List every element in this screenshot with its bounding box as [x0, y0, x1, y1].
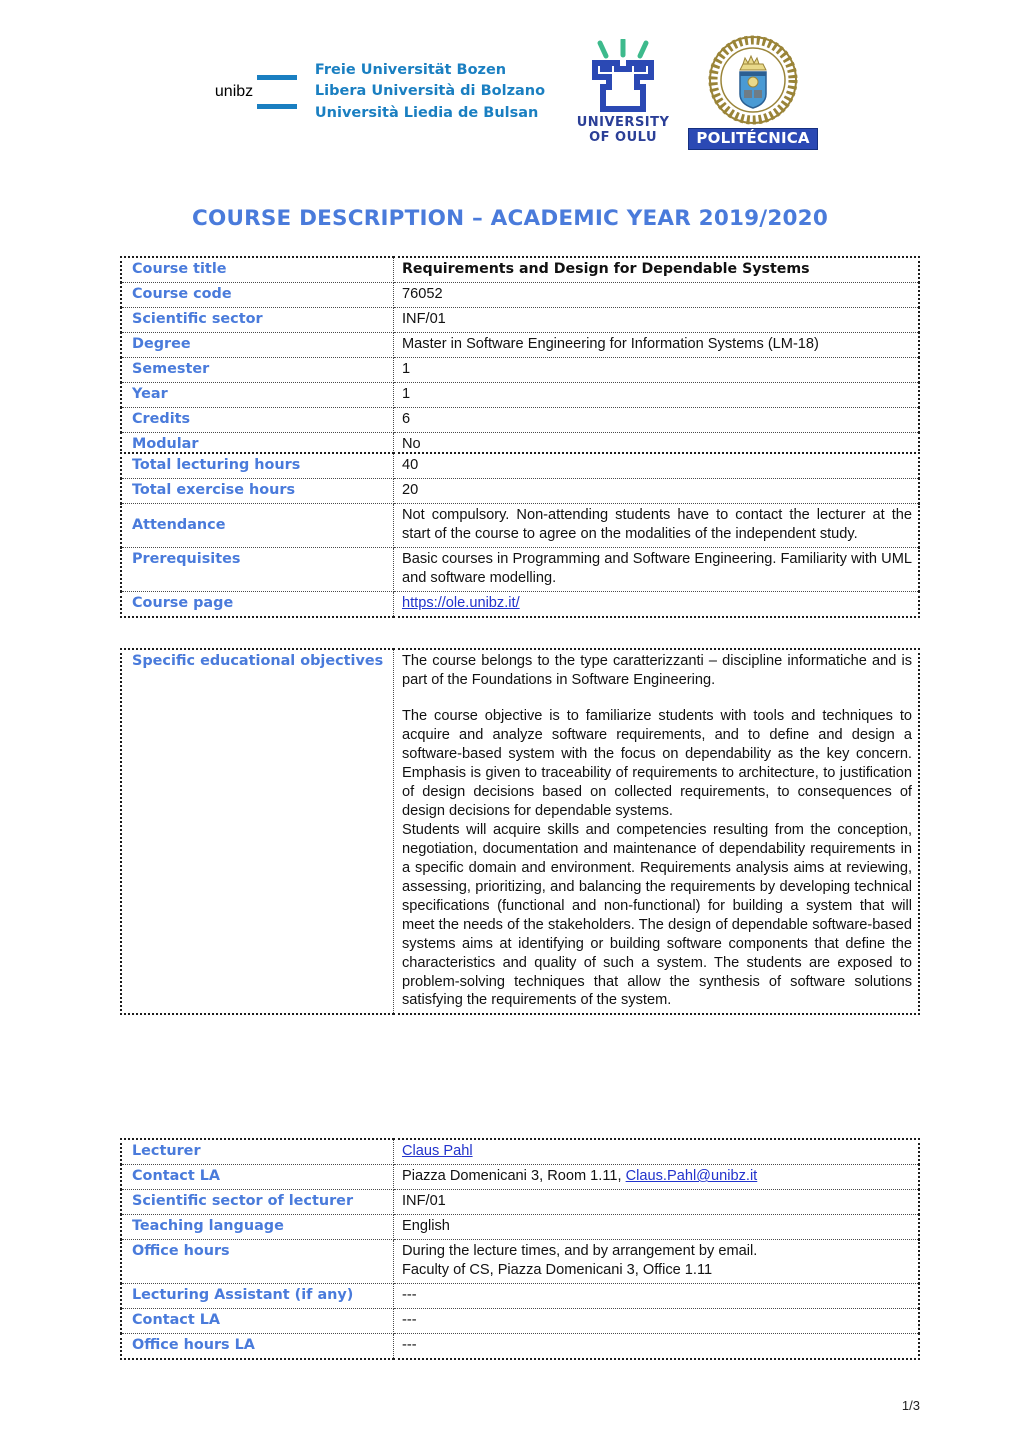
row-value: English [393, 1213, 920, 1240]
logo-bar: unibz Freie Universität Bozen Libera Uni… [0, 28, 1020, 156]
oulu-tower-icon [582, 39, 664, 113]
objectives-paragraph-2: The course objective is to familiarize s… [402, 707, 912, 819]
table-row: Teaching language English [120, 1213, 920, 1240]
row-value: 6 [393, 406, 920, 433]
table-row: Lecturer Claus Pahl [120, 1138, 920, 1165]
row-label: Semester [120, 356, 394, 383]
course-basic-info-table: Course title Requirements and Design for… [120, 256, 920, 459]
unibz-name-de: Freie Universität Bozen [314, 62, 507, 79]
row-value: INF/01 [393, 1188, 920, 1215]
table-row: Semester 1 [120, 356, 920, 383]
university-of-oulu-logo: UNIVERSITY OF OULU [571, 39, 675, 144]
table-row: Office hours During the lecture times, a… [120, 1238, 920, 1284]
table-row: Degree Master in Software Engineering fo… [120, 331, 920, 358]
row-label: Lecturing Assistant (if any) [120, 1282, 394, 1309]
row-value-link-cell: Claus Pahl [393, 1138, 920, 1165]
row-label: Course code [120, 281, 394, 308]
table-row: Total lecturing hours 40 [120, 452, 920, 479]
document-page: unibz Freie Universität Bozen Libera Uni… [0, 0, 1020, 1442]
unibz-logo: unibz Freie Universität Bozen Libera Uni… [215, 60, 545, 123]
lecturer-email-link[interactable]: Claus.Pahl@unibz.it [626, 1168, 758, 1184]
unibz-name-it: Libera Università di Bolzano [314, 83, 546, 100]
table-row: Total exercise hours 20 [120, 477, 920, 504]
row-value-link-cell: https://ole.unibz.it/ [393, 590, 920, 618]
row-value: Master in Software Engineering for Infor… [393, 331, 920, 358]
row-value: INF/01 [393, 306, 920, 333]
contact-address-text: Piazza Domenicani 3, Room 1.11, [402, 1167, 626, 1184]
row-value: Requirements and Design for Dependable S… [393, 256, 920, 283]
row-label: Specific educational objectives [120, 648, 394, 1015]
table-row: Scientific sector of lecturer INF/01 [120, 1188, 920, 1215]
table-row: Prerequisites Basic courses in Programmi… [120, 546, 920, 592]
politecnica-seal-icon [707, 34, 799, 126]
row-label: Course page [120, 590, 394, 618]
row-value: 1 [393, 356, 920, 383]
unibz-rule-bottom-icon [256, 103, 297, 109]
lecturer-info-table: Lecturer Claus Pahl Contact LA Piazza Do… [120, 1138, 920, 1360]
row-label: Teaching language [120, 1213, 394, 1240]
row-label: Total lecturing hours [120, 452, 394, 479]
table-row: Credits 6 [120, 406, 920, 433]
course-hours-table: Total lecturing hours 40 Total exercise … [120, 452, 920, 618]
row-value: Piazza Domenicani 3, Room 1.11, Claus.Pa… [393, 1163, 920, 1190]
unibz-wordmark-text: unibz [214, 82, 254, 100]
office-hours-line-2: Faculty of CS, Piazza Domenicani 3, Offi… [402, 1261, 713, 1278]
politecnica-logo: POLITÉCNICA [688, 34, 818, 151]
course-page-link[interactable]: https://ole.unibz.it/ [402, 595, 520, 611]
unibz-name-lad: Università Liedia de Bulsan [314, 104, 539, 121]
table-row: Contact LA Piazza Domenicani 3, Room 1.1… [120, 1163, 920, 1190]
row-label: Scientific sector [120, 306, 394, 333]
office-hours-line-1: During the lecture times, and by arrange… [402, 1242, 758, 1259]
row-label: Office hours [120, 1238, 394, 1284]
table-row: Lecturing Assistant (if any) --- [120, 1282, 920, 1309]
politecnica-band-text: POLITÉCNICA [688, 127, 818, 151]
unibz-name-lines: Freie Universität Bozen Libera Universit… [315, 60, 545, 123]
page-title: COURSE DESCRIPTION – ACADEMIC YEAR 2019/… [191, 206, 828, 231]
row-label: Scientific sector of lecturer [120, 1188, 394, 1215]
row-label: Degree [120, 331, 394, 358]
specific-educational-objectives-table: Specific educational objectives The cour… [120, 648, 920, 1016]
oulu-logo-line2: OF OULU [589, 129, 658, 145]
page-number: 1/3 [901, 1398, 920, 1413]
row-value: During the lecture times, and by arrange… [393, 1238, 920, 1284]
row-value: 76052 [393, 281, 920, 308]
row-value: Not compulsory. Non-attending students h… [393, 502, 920, 548]
row-label: Office hours LA [120, 1332, 394, 1360]
table-row: Contact LA --- [120, 1307, 920, 1334]
row-label: Year [120, 381, 394, 408]
table-row: Year 1 [120, 381, 920, 408]
row-value: --- [393, 1307, 920, 1334]
unibz-wordmark: unibz [214, 74, 297, 109]
row-value: 20 [393, 477, 920, 504]
oulu-logo-text: UNIVERSITY OF OULU [577, 116, 670, 144]
row-value: --- [393, 1332, 920, 1360]
table-row: Attendance Not compulsory. Non-attending… [120, 502, 920, 548]
row-value: --- [393, 1282, 920, 1309]
table-row: Course code 76052 [120, 281, 920, 308]
row-label: Attendance [120, 502, 394, 548]
oulu-logo-line1: UNIVERSITY [576, 115, 670, 131]
row-label: Total exercise hours [120, 477, 394, 504]
table-row: Specific educational objectives The cour… [120, 648, 920, 1015]
row-label: Credits [120, 406, 394, 433]
row-label: Contact LA [120, 1307, 394, 1334]
objectives-paragraph-1: The course belongs to the type caratteri… [402, 653, 912, 688]
table-row: Course page https://ole.unibz.it/ [120, 590, 920, 618]
row-value: 1 [393, 381, 920, 408]
row-value: The course belongs to the type caratteri… [393, 648, 920, 1015]
table-row: Course title Requirements and Design for… [120, 256, 920, 283]
row-label: Contact LA [120, 1163, 394, 1190]
row-value: Basic courses in Programming and Softwar… [393, 546, 920, 592]
row-label: Lecturer [120, 1138, 394, 1165]
unibz-rule-top-icon [256, 74, 297, 80]
row-label: Prerequisites [120, 546, 394, 592]
row-label: Course title [120, 256, 394, 283]
lecturer-link[interactable]: Claus Pahl [402, 1143, 473, 1159]
table-row: Office hours LA --- [120, 1332, 920, 1360]
table-row: Scientific sector INF/01 [120, 306, 920, 333]
row-value: 40 [393, 452, 920, 479]
objectives-paragraph-3: Students will acquire skills and compete… [402, 821, 912, 1009]
